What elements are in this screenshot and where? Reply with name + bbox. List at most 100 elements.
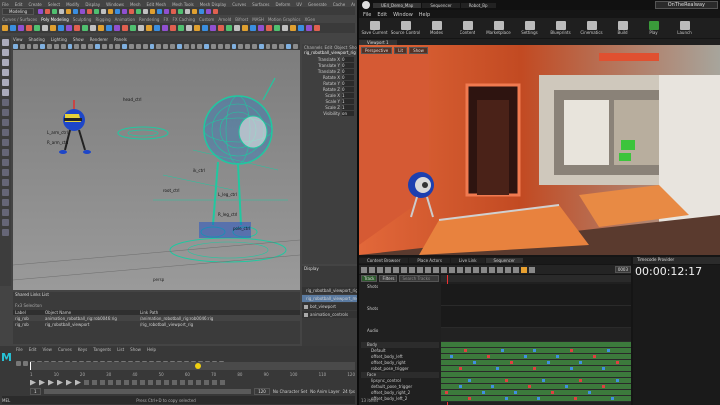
viewport-menu-renderer[interactable]: Renderer (90, 37, 108, 42)
status-tool-icon[interactable] (101, 8, 107, 14)
graph-editor-toolbar[interactable] (16, 353, 356, 366)
status-tool-icon[interactable] (94, 8, 100, 14)
shelf-tab-custom[interactable]: Custom (199, 17, 214, 22)
keyframe[interactable] (450, 355, 453, 358)
viewport-tool-icon[interactable] (115, 43, 121, 49)
anim-option-icon[interactable] (100, 380, 105, 385)
viewport-menu-view[interactable]: View (13, 37, 23, 42)
status-tool-icon[interactable] (143, 8, 149, 14)
viewport-tool-icon[interactable] (135, 43, 141, 49)
toolbox-tool-icon[interactable] (2, 209, 9, 216)
playback-controls[interactable] (30, 379, 355, 386)
layer-row[interactable]: bot_viewport (302, 303, 357, 310)
menu-generate[interactable]: Generate (308, 2, 327, 7)
sequencer-tool-icon[interactable] (457, 266, 463, 273)
sequencer-tool-icon[interactable] (513, 266, 519, 273)
keyframe[interactable] (565, 385, 568, 388)
keyframe[interactable] (468, 397, 471, 400)
channel-value[interactable]: 0 (342, 62, 354, 68)
shelf-tool-icon[interactable] (266, 25, 272, 31)
keyframe[interactable] (528, 385, 531, 388)
channel-value[interactable]: on (342, 110, 354, 116)
status-tool-icon[interactable] (122, 8, 128, 14)
keyframe[interactable] (570, 349, 573, 352)
keyframe[interactable] (514, 391, 517, 394)
status-tool-icon[interactable] (192, 8, 198, 14)
keyframe[interactable] (616, 361, 619, 364)
viewport-options[interactable]: Perspective Lit Show (361, 47, 428, 54)
toolbox-tool-icon[interactable] (2, 79, 9, 86)
keyframe[interactable] (496, 367, 499, 370)
viewport-tool-icon[interactable] (13, 43, 18, 49)
timecode-tab[interactable]: Timecode Provider (633, 257, 720, 264)
anim-option-icon[interactable] (156, 380, 161, 385)
viewport-toolbar[interactable] (13, 42, 300, 50)
viewport-tool-icon[interactable] (217, 43, 223, 49)
viewport-menu-shading[interactable]: Shading (29, 37, 45, 42)
keyframe[interactable] (611, 397, 614, 400)
sequencer-tool-icon[interactable] (377, 266, 383, 273)
sequencer-tool-icon[interactable] (401, 266, 407, 273)
toolbox-tool-icon[interactable] (2, 69, 9, 76)
viewport-tool-icon[interactable] (122, 43, 128, 49)
bottom-tab-content-browser[interactable]: Content Browser (359, 258, 409, 263)
toolbox-tool-icon[interactable] (2, 179, 9, 186)
shelf-tool-icon[interactable] (282, 25, 288, 31)
time-slider[interactable] (30, 362, 355, 370)
shelf-tool-icon[interactable] (234, 25, 240, 31)
anim-tool-icon[interactable] (16, 361, 21, 366)
layer-visibility-icon[interactable] (304, 304, 308, 309)
sequencer-tool-icon[interactable] (489, 266, 495, 273)
anim-menu-help[interactable]: Help (147, 347, 156, 352)
viewport-tool-icon[interactable] (74, 43, 80, 49)
sequencer-tool-icon[interactable] (361, 266, 367, 273)
toolbox-tool-icon[interactable] (2, 39, 9, 46)
channel-row[interactable]: Visibility on (302, 110, 357, 116)
range-bar[interactable]: 1 120 No Character Set No Anim Layer 24 … (30, 388, 355, 395)
menu-edit[interactable]: Edit (15, 2, 23, 7)
bottom-tabs[interactable]: Content Browser Place Actors Live Link Sequ… (359, 257, 631, 264)
channel-value[interactable]: 0 (342, 86, 354, 92)
viewport-tool-icon[interactable] (142, 43, 148, 49)
keyframe[interactable] (482, 391, 485, 394)
shelf-tool-icon[interactable] (274, 25, 280, 31)
keyframe[interactable] (459, 385, 462, 388)
keyframe[interactable] (607, 349, 610, 352)
viewport-menu-panels[interactable]: Panels (114, 37, 127, 42)
shelf-tool-icon[interactable] (258, 25, 264, 31)
menu-curves[interactable]: Curves (232, 2, 246, 7)
status-tool-icon[interactable] (73, 8, 79, 14)
toolbox-tool-icon[interactable] (2, 59, 9, 66)
maya-viewport[interactable]: L_arm_ctrl R_arm_ctrl head_ctrl root_ctrl L_… (12, 50, 301, 290)
anim-menu-tangents[interactable]: Tangents (93, 347, 111, 352)
sequencer-tool-icon[interactable] (449, 266, 455, 273)
status-tool-icon[interactable] (80, 8, 86, 14)
viewport-perspective-button[interactable]: Perspective (361, 47, 393, 54)
viewport-tool-icon[interactable] (81, 43, 87, 49)
channel-value[interactable]: 0 (342, 56, 354, 62)
viewport-tool-icon[interactable] (183, 43, 189, 49)
status-tool-icon[interactable] (171, 8, 177, 14)
toolbox-tool-icon[interactable] (2, 199, 9, 206)
keyframe[interactable] (570, 367, 573, 370)
toolbox-tool-icon[interactable] (2, 139, 9, 146)
viewport-tool-icon[interactable] (26, 43, 32, 49)
keyframe[interactable] (616, 379, 619, 382)
shelf-tool-icon[interactable] (18, 25, 24, 31)
status-line-icons[interactable] (38, 8, 220, 14)
keyframe[interactable] (593, 355, 596, 358)
shelf-tool-icon[interactable] (66, 25, 72, 31)
status-tool-icon[interactable] (66, 8, 72, 14)
status-tool-icon[interactable] (178, 8, 184, 14)
channel-value[interactable]: 1 (342, 98, 354, 104)
channel-value[interactable]: 0 (342, 68, 354, 74)
channel-row[interactable]: Rotate X0 (302, 74, 357, 80)
shelf-tool-icon[interactable] (202, 25, 208, 31)
viewport-tool-icon[interactable] (245, 43, 250, 49)
graph-editor-menu[interactable]: File Edit View Curves Keys Tangents List Show He… (16, 347, 162, 352)
toolbox-tool-icon[interactable] (2, 169, 9, 176)
menu-edit-mesh[interactable]: Edit Mesh (147, 2, 167, 7)
viewport-tool-icon[interactable] (149, 43, 155, 49)
keyframe[interactable] (524, 355, 527, 358)
status-tool-icon[interactable] (129, 8, 135, 14)
